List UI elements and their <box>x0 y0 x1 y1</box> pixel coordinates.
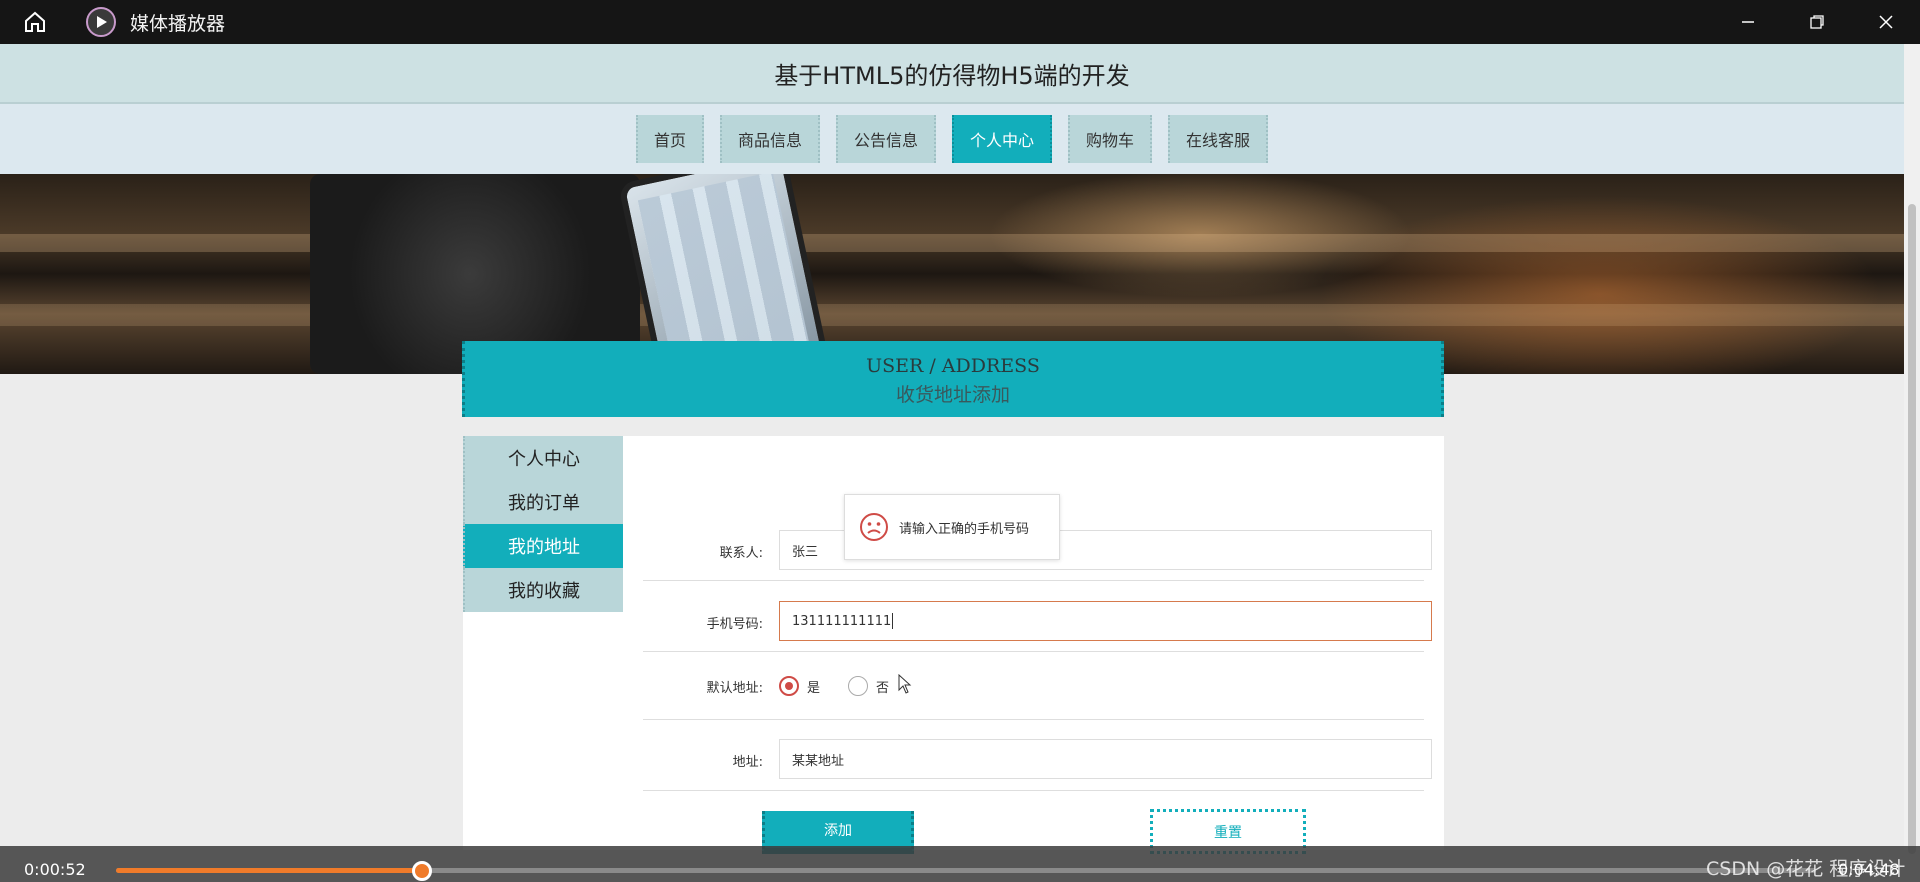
window-title: 媒体播放器 <box>130 12 226 35</box>
nav-item-home[interactable]: 首页 <box>635 115 704 163</box>
window-titlebar: 媒体播放器 <box>0 0 1920 44</box>
minimize-icon[interactable] <box>1713 0 1782 44</box>
page-scrollbar[interactable] <box>1904 44 1920 854</box>
default-address-label: 默认地址: <box>706 681 763 696</box>
nav-item-user-center[interactable]: 个人中心 <box>952 115 1053 163</box>
toast-message: 请输入正确的手机号码 <box>899 521 1030 537</box>
sidebar-item-user-center[interactable]: 个人中心 <box>463 436 623 480</box>
media-player-app-icon <box>86 7 116 37</box>
sidebar-item-address[interactable]: 我的地址 <box>463 524 623 568</box>
contact-label: 联系人: <box>719 546 763 561</box>
phone-input[interactable]: 131111111111 <box>779 601 1432 641</box>
nav-item-support[interactable]: 在线客服 <box>1168 115 1269 163</box>
address-input[interactable]: 某某地址 <box>779 739 1432 779</box>
sidebar-item-favorites[interactable]: 我的收藏 <box>463 568 623 612</box>
form-row-address: 地址: 某某地址 <box>643 720 1432 791</box>
radio-dot <box>785 682 793 690</box>
default-yes-radio[interactable]: 是 <box>779 676 820 696</box>
main-nav: 首页 商品信息 公告信息 个人中心 购物车 在线客服 <box>0 104 1904 174</box>
nav-item-announcements[interactable]: 公告信息 <box>835 115 936 163</box>
user-sidebar: 个人中心 我的订单 我的地址 我的收藏 <box>463 436 623 850</box>
sad-face-icon <box>860 513 888 541</box>
nav-item-products[interactable]: 商品信息 <box>719 115 820 163</box>
window-controls <box>1713 0 1920 44</box>
default-no-label: 否 <box>876 680 890 696</box>
banner-light-stripe <box>0 304 1904 326</box>
home-icon[interactable] <box>18 5 52 39</box>
phone-value: 131111111111 <box>792 613 892 629</box>
sidebar-item-orders[interactable]: 我的订单 <box>463 480 623 524</box>
radio-checked-icon <box>779 676 799 696</box>
radio-unchecked-icon <box>848 676 868 696</box>
seek-bar-handle[interactable] <box>412 861 432 881</box>
form-row-phone: 手机号码: 131111111111 <box>643 581 1432 652</box>
mouse-cursor-icon <box>898 674 912 694</box>
media-player-bar: 0:00:52 CSDN @花花 程序设计 0:04:48 <box>0 846 1920 882</box>
address-label: 地址: <box>732 755 763 770</box>
banner-light-stripe <box>0 234 1904 252</box>
default-yes-label: 是 <box>807 680 821 696</box>
address-value: 某某地址 <box>792 753 845 769</box>
section-title-en: USER / ADDRESS <box>866 355 1040 377</box>
restore-icon[interactable] <box>1782 0 1851 44</box>
contact-value: 张三 <box>792 544 819 560</box>
scrollbar-thumb[interactable] <box>1908 204 1916 854</box>
seek-bar[interactable] <box>116 861 1816 881</box>
form-row-default: 默认地址: 是 否 <box>643 652 1424 720</box>
total-time: 0:04:48 <box>1838 860 1900 879</box>
text-caret <box>892 613 894 629</box>
section-title-cn: 收货地址添加 <box>895 384 1010 406</box>
site-title: 基于HTML5的仿得物H5端的开发 <box>0 44 1904 104</box>
current-time: 0:00:52 <box>24 860 86 879</box>
nav-item-cart[interactable]: 购物车 <box>1068 115 1153 163</box>
phone-label: 手机号码: <box>706 617 763 632</box>
error-toast: 请输入正确的手机号码 <box>844 494 1060 560</box>
close-icon[interactable] <box>1851 0 1920 44</box>
seek-bar-progress <box>116 868 422 873</box>
section-header: USER / ADDRESS 收货地址添加 <box>462 341 1444 417</box>
default-no-radio[interactable]: 否 <box>848 676 889 696</box>
